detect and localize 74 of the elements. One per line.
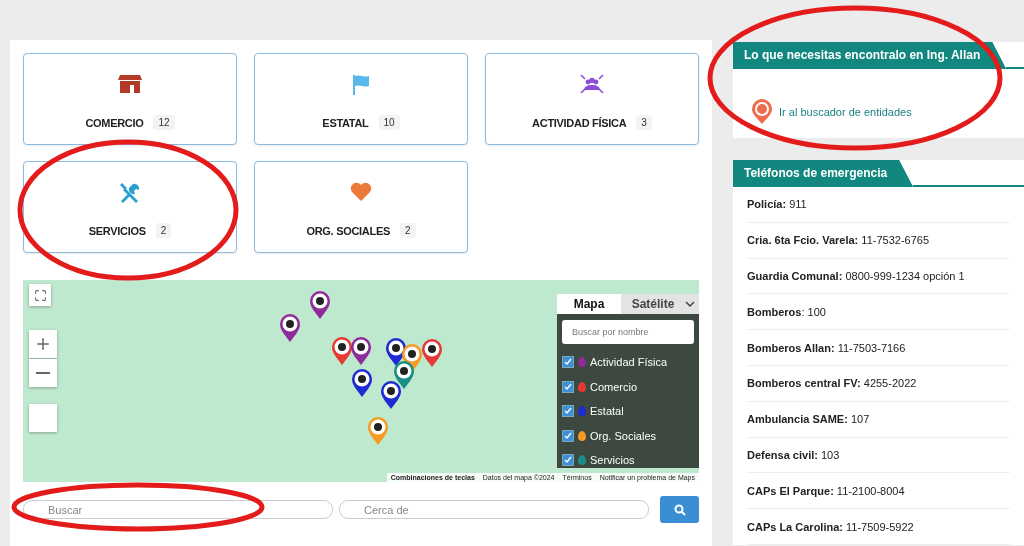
category-label: ORG. SOCIALES (306, 224, 390, 237)
layer-label: Servicios (590, 454, 635, 467)
fullscreen-button[interactable] (29, 284, 51, 306)
zoom-out-button[interactable] (29, 359, 57, 387)
layer-checkbox[interactable] (562, 380, 574, 393)
count-badge: 2 (155, 223, 172, 238)
fullscreen-icon (33, 288, 47, 302)
phone-number: 4255-2022 (862, 377, 917, 390)
map-pin-icon[interactable] (331, 336, 353, 366)
filter-field[interactable]: Buscar por nombre (562, 320, 694, 344)
map-type-tab[interactable]: Mapa (557, 294, 621, 314)
count-badge: 12 (153, 115, 175, 130)
category-label: SERVICIOS (88, 224, 146, 237)
map-pin-icon[interactable] (393, 360, 415, 390)
category-label: ESTATAL (322, 116, 369, 129)
map-pin-icon[interactable] (350, 336, 372, 366)
layer-checkbox[interactable] (562, 429, 574, 442)
phone-number: 107 (849, 413, 870, 426)
map-pin-icon[interactable] (367, 416, 389, 446)
layer-label: Comercio (590, 380, 638, 393)
layer-label: Actividad Física (590, 356, 668, 369)
heart-icon (350, 182, 372, 202)
phone-number: 0800-999-1234 opción 1 (844, 270, 965, 282)
flag-icon (351, 74, 371, 96)
layer-checkbox[interactable] (562, 405, 574, 418)
contact-name: Guardia Comunal: (747, 270, 843, 282)
phone-number: 911 (788, 198, 807, 211)
category-card[interactable]: COMERCIO 12 (23, 53, 237, 145)
contact-name: Bomberos central FV: (747, 377, 861, 390)
category-card[interactable]: ESTATAL 10 (254, 53, 468, 145)
category-label: ACTIVIDAD FÍSICA (532, 116, 627, 129)
search-icon (673, 503, 686, 516)
category-card[interactable]: ACTIVIDAD FÍSICA 3 (485, 53, 699, 145)
finder-link[interactable]: Ir al buscador de entidades (779, 106, 912, 118)
category-card[interactable]: SERVICIOS 2 (23, 161, 237, 253)
contact-name: Defensa civil: (747, 448, 818, 461)
phone-number: 11-7532-6765 (860, 234, 930, 247)
layer-label: Org. Sociales (590, 429, 657, 442)
category-label: COMERCIO (85, 116, 144, 129)
map-pin-icon[interactable] (351, 368, 373, 398)
search-field[interactable]: Buscar (23, 500, 333, 519)
near-field[interactable]: Cerca de (339, 500, 649, 519)
phone-number: 11-7503-7166 (836, 341, 906, 354)
group-icon (580, 74, 604, 94)
category-card[interactable]: ORG. SOCIALES 2 (254, 161, 468, 253)
phone-number: 103 (819, 448, 840, 461)
zoom-in-icon (34, 335, 52, 353)
panel-title: Lo que necesitas encontralo en Ing. Allan (733, 42, 1007, 69)
map-type-tab[interactable]: Satélite (621, 294, 685, 314)
contact-name: CAPs El Parque: (747, 484, 834, 497)
zoom-in-button[interactable] (29, 330, 57, 358)
tools-icon (119, 182, 141, 204)
panel-title: Teléfonos de emergencia (733, 160, 914, 187)
layer-label: Estatal (590, 405, 624, 418)
contact-name: Ambulancia SAME: (747, 413, 848, 426)
phone-number: 11-2100-8004 (835, 484, 905, 497)
contact-name: Policía: (747, 198, 787, 211)
layer-checkbox[interactable] (562, 454, 574, 467)
map-pin-icon[interactable] (309, 290, 331, 320)
layer-checkbox[interactable] (562, 356, 574, 369)
phone-number: 11-7509-5922 (845, 520, 914, 533)
map-pin-icon[interactable] (380, 380, 402, 410)
chevron-icon[interactable] (685, 301, 695, 307)
contact-name: Cria. 6ta Fcio. Varela: (747, 234, 859, 247)
count-badge: 10 (378, 115, 400, 130)
count-badge: 2 (399, 223, 416, 238)
map-pin-icon[interactable] (279, 313, 301, 343)
map-pin-icon[interactable] (421, 338, 443, 368)
shop-icon (118, 74, 142, 94)
search-button[interactable] (660, 496, 699, 523)
contact-name: CAPs La Carolina: (747, 520, 843, 533)
contact-name: Bomberos Allan: (747, 341, 835, 354)
phone-number: : 100 (801, 305, 826, 318)
count-badge: 3 (636, 115, 652, 130)
